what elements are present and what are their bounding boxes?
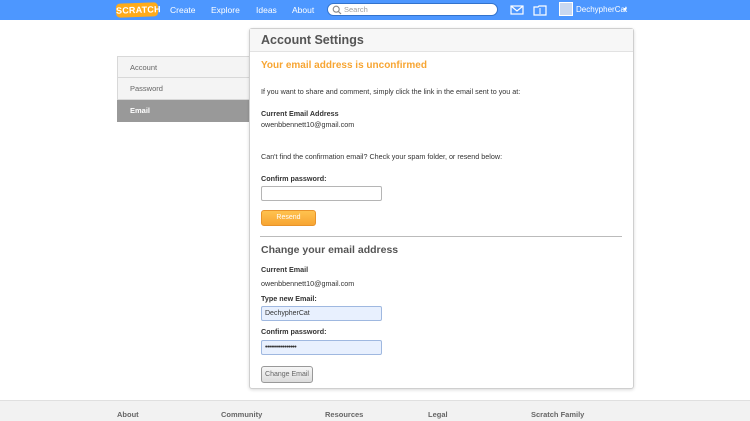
search-icon: [332, 5, 342, 15]
nav-explore-link[interactable]: Explore: [211, 0, 240, 20]
footer-heading-legal[interactable]: Legal: [428, 410, 448, 419]
confirm-password-2-label: Confirm password:: [261, 327, 327, 336]
confirm-password-field[interactable]: [261, 186, 382, 201]
avatar[interactable]: [559, 2, 573, 16]
panel-header: Account Settings: [250, 29, 633, 52]
scratch-logo[interactable]: SCRATCH: [115, 2, 161, 18]
messages-icon[interactable]: [510, 4, 524, 16]
new-email-label: Type new Email:: [261, 294, 317, 303]
new-email-field[interactable]: DechypherCat: [261, 306, 382, 321]
nav-about-link[interactable]: About: [292, 0, 314, 20]
share-instructions: If you want to share and comment, simply…: [261, 87, 521, 96]
footer: About Community Resources Legal Scratch …: [0, 400, 750, 421]
section-divider: [260, 236, 622, 237]
chevron-down-icon[interactable]: [623, 8, 627, 11]
sidebar-item-email[interactable]: Email: [117, 100, 249, 122]
current-email-address-value: owenbbennett10@gmail.com: [261, 120, 355, 129]
my-stuff-folder-icon[interactable]: [533, 4, 547, 16]
search-box: [327, 3, 498, 16]
footer-heading-scratch-family[interactable]: Scratch Family: [531, 410, 584, 419]
nav-create-link[interactable]: Create: [170, 0, 196, 20]
confirm-password-label: Confirm password:: [261, 174, 327, 183]
unconfirmed-heading: Your email address is unconfirmed: [261, 60, 427, 71]
current-email-value: owenbbennett10@gmail.com: [261, 279, 355, 288]
footer-heading-resources[interactable]: Resources: [325, 410, 363, 419]
username-menu[interactable]: DechypherCat: [576, 0, 627, 20]
current-email-address-label: Current Email Address: [261, 109, 339, 118]
current-email-label: Current Email: [261, 265, 309, 274]
change-email-button[interactable]: Change Email: [261, 366, 313, 383]
nav-ideas-link[interactable]: Ideas: [256, 0, 277, 20]
change-email-heading: Change your email address: [261, 244, 399, 256]
spam-instructions: Can't find the confirmation email? Check…: [261, 152, 503, 161]
page-title: Account Settings: [261, 33, 364, 47]
sidebar-item-account[interactable]: Account: [117, 56, 249, 78]
confirm-password-2-field[interactable]: ••••••••••••••••: [261, 340, 382, 355]
top-nav-bar: SCRATCH Create Explore Ideas About Dechy…: [0, 0, 750, 20]
footer-heading-about[interactable]: About: [117, 410, 139, 419]
footer-heading-community[interactable]: Community: [221, 410, 262, 419]
resend-button[interactable]: Resend: [261, 210, 316, 226]
sidebar-item-password[interactable]: Password: [117, 78, 249, 100]
search-input[interactable]: [344, 4, 494, 15]
settings-sidebar: Account Password Email: [117, 56, 249, 122]
account-settings-panel: Account Settings Your email address is u…: [249, 28, 634, 389]
